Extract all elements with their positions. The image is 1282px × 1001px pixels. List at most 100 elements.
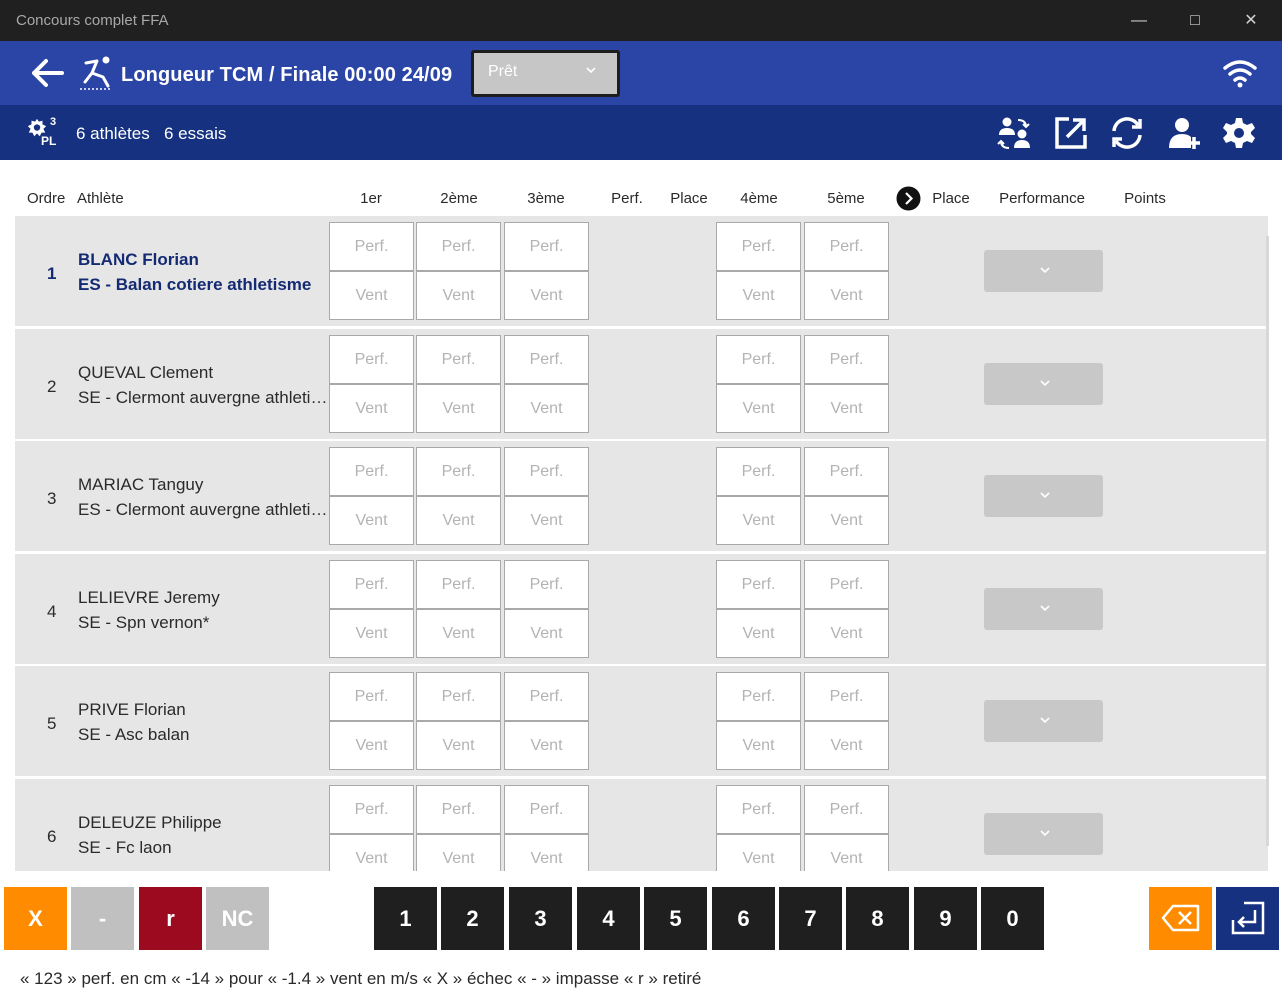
trial-4-wind-input[interactable]: Vent: [716, 721, 801, 770]
trial-3-wind-input[interactable]: Vent: [504, 384, 589, 433]
performance-select[interactable]: [984, 475, 1103, 517]
key-digit-9[interactable]: 9: [914, 887, 977, 950]
trial-3-wind-input[interactable]: Vent: [504, 721, 589, 770]
key-nc[interactable]: NC: [206, 887, 269, 950]
trial-3-perf-input[interactable]: Perf.: [504, 560, 589, 609]
trial-1-perf-input[interactable]: Perf.: [329, 785, 414, 834]
status-select[interactable]: Prêt: [471, 50, 620, 97]
trial-3-perf-input[interactable]: Perf.: [504, 222, 589, 271]
trial-5-wind-input[interactable]: Vent: [804, 496, 889, 545]
trial-2-perf-input[interactable]: Perf.: [416, 785, 501, 834]
trial-5-perf-input[interactable]: Perf.: [804, 447, 889, 496]
performance-select[interactable]: [984, 813, 1103, 855]
trial-1-wind-input[interactable]: Vent: [329, 384, 414, 433]
trial-5-wind-input[interactable]: Vent: [804, 271, 889, 320]
trial-2-wind-input[interactable]: Vent: [416, 384, 501, 433]
trial-4-perf-input[interactable]: Perf.: [716, 335, 801, 384]
refresh-icon[interactable]: [1109, 115, 1145, 151]
key-pass[interactable]: -: [71, 887, 134, 950]
close-icon[interactable]: ✕: [1237, 8, 1265, 34]
trial-2-wind-input[interactable]: Vent: [416, 721, 501, 770]
maximize-icon[interactable]: □: [1181, 8, 1209, 34]
trial-3-perf-input[interactable]: Perf.: [504, 335, 589, 384]
trial-5-wind-input[interactable]: Vent: [804, 384, 889, 433]
trial-3-perf-input[interactable]: Perf.: [504, 672, 589, 721]
gear-pl-icon[interactable]: 3 PL: [26, 116, 60, 153]
trial-4-perf-input[interactable]: Perf.: [716, 222, 801, 271]
table-row[interactable]: 2 QUEVAL Clement SE - Clermont auvergne at…: [15, 329, 1268, 439]
trial-1-perf-input[interactable]: Perf.: [329, 222, 414, 271]
table-row[interactable]: 6 DELEUZE Philippe SE - Fc laon Perf. Vent Pe…: [15, 779, 1268, 871]
trial-4-wind-input[interactable]: Vent: [716, 609, 801, 658]
swap-athletes-icon[interactable]: [996, 115, 1032, 151]
trial-3-wind-input[interactable]: Vent: [504, 271, 589, 320]
trial-5-perf-input[interactable]: Perf.: [804, 785, 889, 834]
trial-4-wind-input[interactable]: Vent: [716, 271, 801, 320]
key-digit-8[interactable]: 8: [846, 887, 909, 950]
trial-2-perf-input[interactable]: Perf.: [416, 672, 501, 721]
table-row[interactable]: 5 PRIVE Florian SE - Asc balan Perf. Vent Per…: [15, 666, 1268, 776]
key-digit-2[interactable]: 2: [441, 887, 504, 950]
table-row[interactable]: 4 LELIEVRE Jeremy SE - Spn vernon* Perf. Ven…: [15, 554, 1268, 664]
trial-4-perf-input[interactable]: Perf.: [716, 785, 801, 834]
trial-1-perf-input[interactable]: Perf.: [329, 672, 414, 721]
trial-2-perf-input[interactable]: Perf.: [416, 560, 501, 609]
key-fail[interactable]: X: [4, 887, 67, 950]
chevron-right-circle-icon[interactable]: [896, 186, 921, 211]
trial-3-wind-input[interactable]: Vent: [504, 496, 589, 545]
key-digit-6[interactable]: 6: [712, 887, 775, 950]
key-digit-1[interactable]: 1: [374, 887, 437, 950]
performance-select[interactable]: [984, 250, 1103, 292]
trial-3-perf-input[interactable]: Perf.: [504, 447, 589, 496]
trial-5-wind-input[interactable]: Vent: [804, 721, 889, 770]
trial-1-wind-input[interactable]: Vent: [329, 609, 414, 658]
key-digit-0[interactable]: 0: [981, 887, 1044, 950]
minimize-icon[interactable]: —: [1125, 8, 1153, 34]
export-icon[interactable]: [1053, 115, 1089, 151]
trial-3-perf-input[interactable]: Perf.: [504, 785, 589, 834]
table-row[interactable]: 3 MARIAC Tanguy ES - Clermont auvergne ath…: [15, 441, 1268, 551]
trial-5-wind-input[interactable]: Vent: [804, 834, 889, 871]
trial-2-wind-input[interactable]: Vent: [416, 609, 501, 658]
trial-2-perf-input[interactable]: Perf.: [416, 335, 501, 384]
table-row[interactable]: 1 BLANC Florian ES - Balan cotiere athleti…: [15, 216, 1268, 326]
trial-1-wind-input[interactable]: Vent: [329, 834, 414, 871]
trial-4-wind-input[interactable]: Vent: [716, 384, 801, 433]
trial-1-perf-input[interactable]: Perf.: [329, 560, 414, 609]
add-person-icon[interactable]: [1166, 115, 1202, 151]
performance-select[interactable]: [984, 363, 1103, 405]
trial-2-wind-input[interactable]: Vent: [416, 496, 501, 545]
performance-select[interactable]: [984, 588, 1103, 630]
trial-4-wind-input[interactable]: Vent: [716, 496, 801, 545]
trial-5-perf-input[interactable]: Perf.: [804, 335, 889, 384]
trial-4-perf-input[interactable]: Perf.: [716, 447, 801, 496]
trial-2-wind-input[interactable]: Vent: [416, 271, 501, 320]
trial-4-wind-input[interactable]: Vent: [716, 834, 801, 871]
key-digit-4[interactable]: 4: [577, 887, 640, 950]
trial-1-perf-input[interactable]: Perf.: [329, 447, 414, 496]
trial-5-perf-input[interactable]: Perf.: [804, 560, 889, 609]
key-digit-3[interactable]: 3: [509, 887, 572, 950]
trial-5-perf-input[interactable]: Perf.: [804, 672, 889, 721]
arrow-left-icon[interactable]: [30, 57, 66, 89]
trial-2-perf-input[interactable]: Perf.: [416, 447, 501, 496]
trial-1-wind-input[interactable]: Vent: [329, 271, 414, 320]
trial-3-wind-input[interactable]: Vent: [504, 609, 589, 658]
trial-5-perf-input[interactable]: Perf.: [804, 222, 889, 271]
trial-4-perf-input[interactable]: Perf.: [716, 672, 801, 721]
key-retired[interactable]: r: [139, 887, 202, 950]
key-backspace[interactable]: [1149, 887, 1212, 950]
trial-1-wind-input[interactable]: Vent: [329, 721, 414, 770]
settings-gear-icon[interactable]: [1221, 115, 1257, 151]
performance-select[interactable]: [984, 700, 1103, 742]
trial-2-wind-input[interactable]: Vent: [416, 834, 501, 871]
trial-1-wind-input[interactable]: Vent: [329, 496, 414, 545]
trial-2-perf-input[interactable]: Perf.: [416, 222, 501, 271]
trial-4-perf-input[interactable]: Perf.: [716, 560, 801, 609]
key-digit-7[interactable]: 7: [779, 887, 842, 950]
key-enter[interactable]: [1216, 887, 1279, 950]
key-digit-5[interactable]: 5: [644, 887, 707, 950]
trial-3-wind-input[interactable]: Vent: [504, 834, 589, 871]
trial-1-perf-input[interactable]: Perf.: [329, 335, 414, 384]
trial-5-wind-input[interactable]: Vent: [804, 609, 889, 658]
